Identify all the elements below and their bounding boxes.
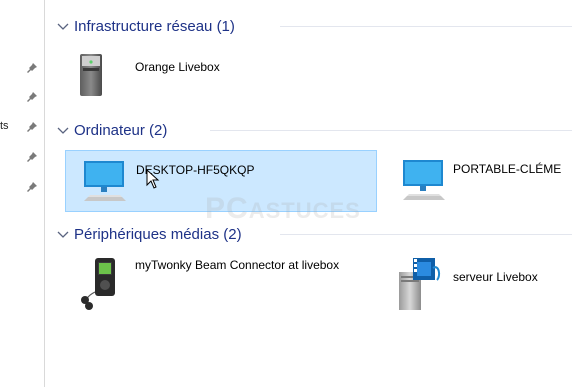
group-title: Infrastructure réseau (1) (74, 17, 235, 35)
chevron-down-icon (57, 127, 69, 134)
media-server-icon (399, 258, 441, 310)
item-label: PORTABLE-CLÉME (453, 162, 562, 176)
computer-icon (403, 160, 445, 200)
group-title: Périphériques médias (2) (74, 225, 242, 243)
computer-icon (84, 161, 126, 201)
group-divider (210, 130, 572, 131)
group-divider (280, 26, 572, 27)
item-label: serveur Livebox (453, 270, 538, 284)
network-item-desktop[interactable]: DESKTOP-HF5QKQP (65, 150, 377, 212)
network-item-serveur-livebox[interactable]: serveur Livebox (393, 254, 572, 316)
chevron-down-icon (57, 231, 69, 238)
network-item-orange-livebox[interactable]: Orange Livebox (65, 48, 355, 110)
media-player-icon (81, 258, 115, 310)
pin-icon[interactable] (26, 62, 38, 74)
pin-icon[interactable] (26, 151, 38, 163)
network-item-mytwonky[interactable]: myTwonky Beam Connector at livebox (65, 254, 365, 316)
network-content-pane: Infrastructure réseau (1) Orange Livebox… (45, 0, 572, 387)
item-label: Orange Livebox (135, 60, 220, 74)
pin-icon[interactable] (26, 91, 38, 103)
network-item-portable[interactable]: PORTABLE-CLÉME (393, 150, 572, 212)
network-infrastructure-icon (80, 54, 102, 96)
navigation-pane: ts (0, 0, 45, 387)
group-header-media-devices[interactable]: Périphériques médias (2) (57, 224, 242, 244)
chevron-down-icon (57, 23, 69, 30)
mouse-cursor-icon (146, 169, 160, 189)
group-header-computers[interactable]: Ordinateur (2) (57, 120, 167, 140)
item-label: myTwonky Beam Connector at livebox (135, 258, 340, 272)
pin-icon[interactable] (26, 181, 38, 193)
pin-icon[interactable] (26, 121, 38, 133)
group-header-infrastructure[interactable]: Infrastructure réseau (1) (57, 16, 235, 36)
group-title: Ordinateur (2) (74, 121, 168, 139)
nav-item-label-cut[interactable]: ts (0, 120, 9, 132)
group-divider (280, 234, 572, 235)
